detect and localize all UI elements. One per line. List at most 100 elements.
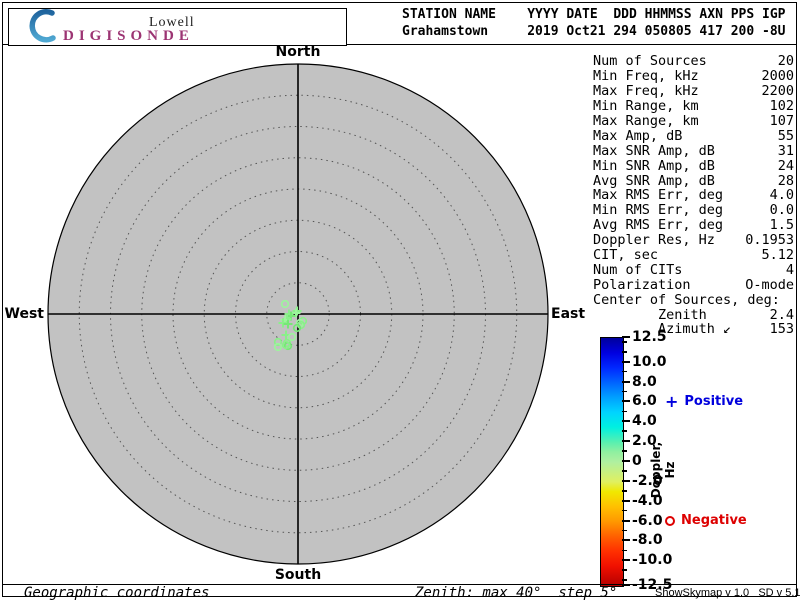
stat-row: Num of CITs 4 bbox=[593, 262, 794, 277]
colorbar-minor-tick bbox=[622, 391, 627, 393]
stat-label: Num of Sources bbox=[593, 53, 707, 69]
stat-value: 28 bbox=[778, 173, 794, 189]
colorbar-minor-tick bbox=[622, 430, 627, 432]
stat-label: Num of CITs bbox=[593, 262, 682, 278]
stat-row: Polarization O-mode bbox=[593, 277, 794, 292]
stat-row: Max Range, km 107 bbox=[593, 114, 794, 129]
stat-row: Max RMS Err, deg 4.0 bbox=[593, 188, 794, 203]
negative-doppler-legend: Negative bbox=[665, 513, 747, 528]
stat-value: 55 bbox=[778, 128, 794, 144]
colorbar-major-tick bbox=[622, 440, 630, 442]
stat-label: Max Amp, dB bbox=[593, 128, 682, 144]
stat-row: Max Freq, kHz 2200 bbox=[593, 84, 794, 99]
stat-value: O-mode bbox=[745, 277, 794, 293]
stat-value: 31 bbox=[778, 143, 794, 159]
stat-value: 5.12 bbox=[761, 247, 794, 263]
stat-value: 1.5 bbox=[770, 217, 794, 233]
colorbar-minor-tick bbox=[622, 341, 627, 343]
colorbar-tick-label: 0 bbox=[632, 453, 642, 469]
stat-row: Avg RMS Err, deg 1.5 bbox=[593, 218, 794, 233]
stat-value: 4 bbox=[786, 262, 794, 278]
colorbar-tick-label: -8.0 bbox=[632, 532, 663, 548]
stat-label: Doppler Res, Hz bbox=[593, 232, 715, 248]
stat-value: 20 bbox=[778, 53, 794, 69]
stat-label: Max Range, km bbox=[593, 113, 699, 129]
colorbar-tick-label: 6.0 bbox=[632, 393, 657, 409]
stat-row: Min SNR Amp, dB 24 bbox=[593, 158, 794, 173]
circle-marker-icon bbox=[665, 516, 675, 526]
stat-value: 107 bbox=[770, 113, 794, 129]
stat-value: 2.4 bbox=[770, 307, 794, 323]
stat-label: Min SNR Amp, dB bbox=[593, 158, 715, 174]
stat-value: 0.0 bbox=[770, 202, 794, 218]
stat-label: Polarization bbox=[593, 277, 691, 293]
stat-value: 2200 bbox=[761, 83, 794, 99]
stat-row: Min Range, km 102 bbox=[593, 99, 794, 114]
colorbar-major-tick bbox=[622, 500, 630, 502]
colorbar-tick-label: -6.0 bbox=[632, 513, 663, 529]
stat-label: Max RMS Err, deg bbox=[593, 187, 723, 203]
compass-west-label: West bbox=[0, 306, 44, 322]
positive-doppler-legend: + Positive bbox=[665, 394, 743, 409]
stat-label: CIT, sec bbox=[593, 247, 658, 263]
colorbar-minor-tick bbox=[622, 450, 627, 452]
colorbar-minor-tick bbox=[622, 490, 627, 492]
stat-value: 24 bbox=[778, 158, 794, 174]
zenith-range-label: Zenith: max 40° step 5° bbox=[415, 585, 617, 600]
stat-row: Num of Sources 20 bbox=[593, 54, 794, 69]
stat-label: Zenith bbox=[593, 307, 707, 323]
stat-value: 4.0 bbox=[770, 187, 794, 203]
stat-label: Max SNR Amp, dB bbox=[593, 143, 715, 159]
colorbar-major-tick bbox=[622, 559, 630, 561]
colorbar-minor-tick bbox=[622, 550, 627, 552]
stat-label: Min Freq, kHz bbox=[593, 68, 699, 84]
coordinates-mode-label: Geographic coordinates bbox=[24, 585, 209, 600]
colorbar-tick-label: -10.0 bbox=[632, 552, 672, 568]
compass-south-label: South bbox=[275, 567, 321, 583]
showskymap-window: Lowell DIGISONDE STATION NAME YYYY DATE … bbox=[0, 0, 800, 600]
compass-east-label: East bbox=[551, 306, 585, 322]
stat-row: Min RMS Err, deg 0.0 bbox=[593, 203, 794, 218]
stat-label: Center of Sources, deg: bbox=[593, 292, 780, 308]
positive-legend-label: Positive bbox=[684, 394, 743, 409]
colorbar-minor-tick bbox=[622, 569, 627, 571]
colorbar-tick-label: 8.0 bbox=[632, 374, 657, 390]
stat-label: Avg SNR Amp, dB bbox=[593, 173, 715, 189]
doppler-colorbar bbox=[600, 337, 624, 587]
plus-marker-icon: + bbox=[665, 395, 678, 408]
stat-label: Min Range, km bbox=[593, 98, 699, 114]
stat-row: Zenith 2.4 bbox=[593, 307, 794, 322]
compass-north-label: North bbox=[276, 44, 321, 60]
colorbar-minor-tick bbox=[622, 510, 627, 512]
colorbar-major-tick bbox=[622, 336, 630, 338]
stat-row: Center of Sources, deg: bbox=[593, 292, 794, 307]
stat-row: Avg SNR Amp, dB 28 bbox=[593, 173, 794, 188]
colorbar-major-tick bbox=[622, 420, 630, 422]
stat-row: Max Amp, dB 55 bbox=[593, 128, 794, 143]
stat-value: 153 bbox=[770, 321, 794, 337]
doppler-axis-label: Doppler, Hz bbox=[649, 434, 677, 506]
stat-row: Doppler Res, Hz 0.1953 bbox=[593, 233, 794, 248]
colorbar-major-tick bbox=[622, 539, 630, 541]
colorbar-major-tick bbox=[622, 460, 630, 462]
stat-row: CIT, sec 5.12 bbox=[593, 248, 794, 263]
stat-value: 102 bbox=[770, 98, 794, 114]
colorbar-major-tick bbox=[622, 361, 630, 363]
colorbar-major-tick bbox=[622, 520, 630, 522]
stats-panel: Num of Sources20Min Freq, kHz2000Max Fre… bbox=[593, 54, 794, 337]
stat-row: Min Freq, kHz 2000 bbox=[593, 69, 794, 84]
colorbar-minor-tick bbox=[622, 411, 627, 413]
colorbar-major-tick bbox=[622, 480, 630, 482]
colorbar-minor-tick bbox=[622, 579, 627, 581]
colorbar-minor-tick bbox=[622, 530, 627, 532]
colorbar-tick-label: 4.0 bbox=[632, 413, 657, 429]
stat-label: Avg RMS Err, deg bbox=[593, 217, 723, 233]
stat-value: 2000 bbox=[761, 68, 794, 84]
stat-label: Max Freq, kHz bbox=[593, 83, 699, 99]
colorbar-tick-label: 12.5 bbox=[632, 329, 667, 345]
colorbar-major-tick bbox=[622, 381, 630, 383]
colorbar-minor-tick bbox=[622, 371, 627, 373]
software-version-label: ShowSkymap v 1.0 SD v 5.1 bbox=[655, 587, 800, 599]
stat-label: Min RMS Err, deg bbox=[593, 202, 723, 218]
stat-value: 0.1953 bbox=[745, 232, 794, 248]
